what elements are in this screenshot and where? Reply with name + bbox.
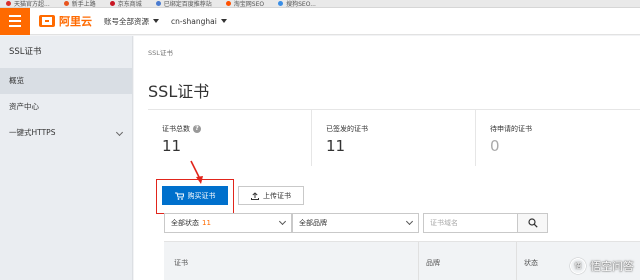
column-header-certificate: 证书 [174,259,188,267]
stat-value[interactable]: 11 [326,137,475,155]
chevron-down-icon [115,128,124,137]
sidebar-title: SSL证书 [9,47,42,57]
region-dropdown[interactable]: cn-shanghai [171,17,227,26]
bookmark-icon [109,1,115,6]
search-icon [527,218,538,228]
caret-down-icon [220,19,227,23]
bookmark-item[interactable]: 淘宝网SEO [225,0,264,7]
bookmark-icon [63,1,69,6]
certificate-domain-search-input[interactable] [423,213,518,233]
bookmarks-bar: 天猫官方超... 新手上路 京东商城 已绑定百度推荐站 淘宝网SEO 搜狗SEO… [0,0,640,8]
bookmark-icon [278,1,284,6]
aliyun-logo-icon [39,15,55,27]
stat-value: 0 [490,137,500,155]
search-button[interactable] [518,213,548,233]
bookmark-icon [6,1,11,6]
upload-icon [251,191,259,200]
stats-panel: 证书总数 ? 11 已签发的证书 11 待申请的证书 0 [148,110,640,166]
bookmark-item[interactable]: 已绑定百度推荐站 [155,0,212,7]
stat-value: 11 [162,137,182,155]
account-resources-dropdown[interactable]: 账号全部资源 [104,16,159,27]
hamburger-menu-icon[interactable] [0,7,30,35]
stat-issued-certificates: 已签发的证书 11 [312,110,477,166]
main-content: SSL证书 SSL证书 证书总数 ? 11 已签发的证书 11 待申请的证书 0… [134,36,640,280]
sidebar-item-asset-center[interactable]: 资产中心 [0,94,132,120]
top-navigation-bar: 阿里云 账号全部资源 cn-shanghai [0,7,640,35]
help-icon[interactable]: ? [193,125,201,133]
sidebar-item-overview[interactable]: 概览 [0,68,132,94]
certificate-table-header: 证书 品牌 状态 [164,241,640,280]
aliyun-logo[interactable]: 阿里云 [39,13,92,29]
column-header-status: 状态 [524,259,538,267]
bookmark-item[interactable]: 新手上路 [63,0,96,7]
filter-bar: 全部状态 11 全部品牌 [164,213,548,233]
bookmark-icon [155,1,161,6]
buy-certificate-button[interactable]: 购买证书 [162,186,228,205]
column-header-brand: 品牌 [426,259,440,267]
stat-total-certificates: 证书总数 ? 11 [148,110,313,166]
column-divider [516,242,517,280]
caret-down-icon [153,19,159,23]
bookmark-icon [225,1,231,6]
status-filter-select[interactable]: 全部状态 11 [164,213,292,233]
column-divider [418,242,419,280]
chevron-down-icon [405,217,414,226]
upload-certificate-button[interactable]: 上传证书 [238,186,304,205]
bookmark-item[interactable]: 搜狗SEO... [278,0,316,7]
bookmark-item[interactable]: 京东商城 [109,0,142,7]
breadcrumb[interactable]: SSL证书 [148,47,173,57]
sidebar: SSL证书 概览 资产中心 一键式HTTPS [0,36,133,280]
sidebar-item-one-click-https[interactable]: 一键式HTTPS [0,120,132,146]
watermark: 悟 悟空问答 [570,258,634,274]
stat-pending-certificates: 待申请的证书 0 [476,110,640,166]
chevron-down-icon [278,217,287,226]
cart-icon [174,192,184,200]
watermark-logo-icon: 悟 [570,258,586,274]
brand-filter-select[interactable]: 全部品牌 [292,213,419,233]
page-title: SSL证书 [148,82,210,101]
